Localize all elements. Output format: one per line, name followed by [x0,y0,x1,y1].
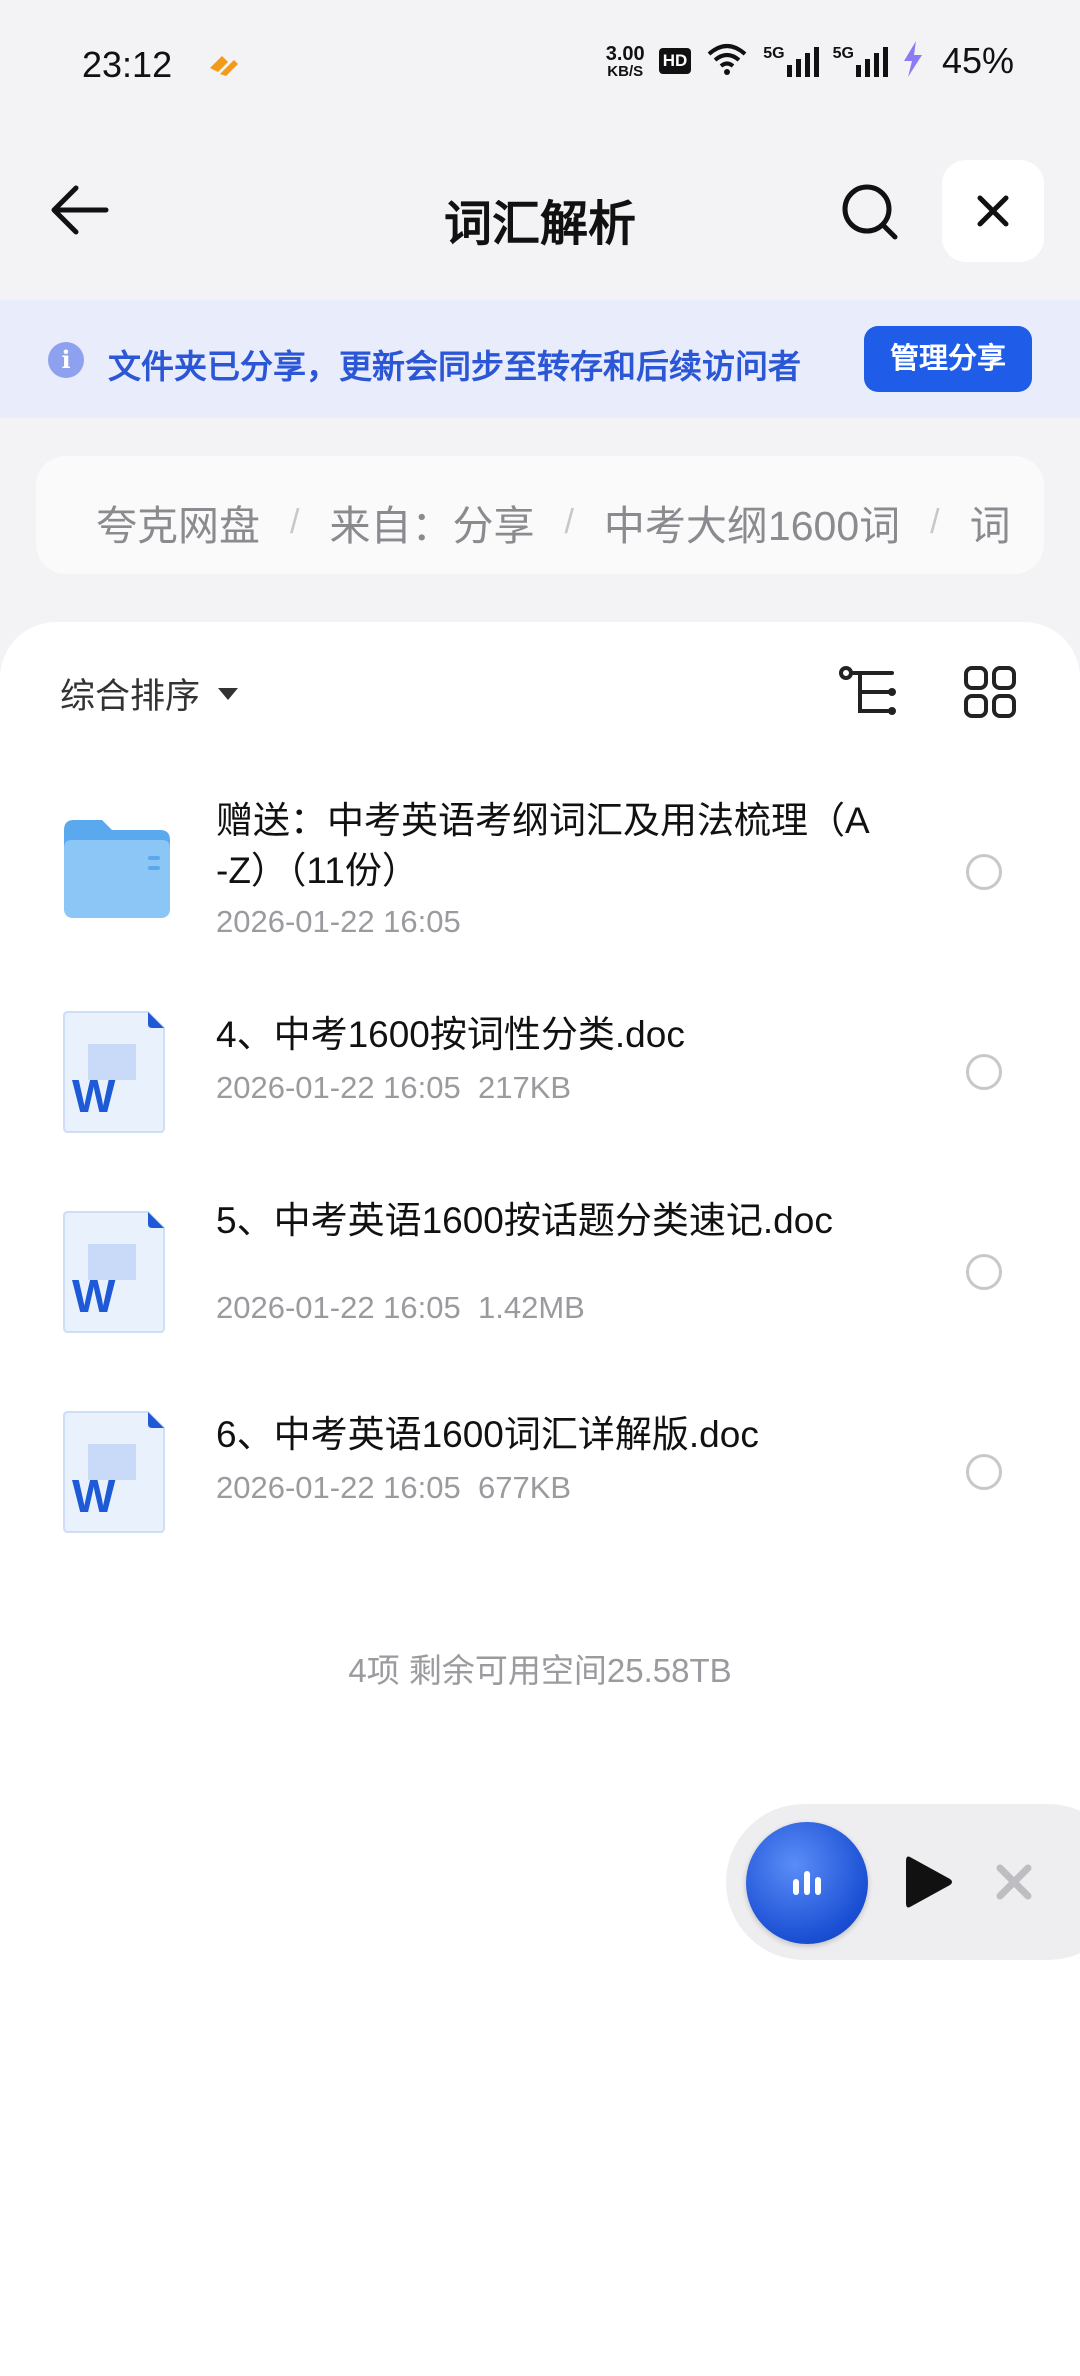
close-icon [977,195,1009,227]
file-meta: 2026-01-22 16:05 677KB [216,1470,572,1505]
breadcrumb-item-current[interactable]: 词 [970,492,1011,552]
player-orb-button[interactable] [746,1822,868,1944]
file-list: 赠送：中考英语考纲词汇及用法梳理（A-Z）（11份） 2026-01-22 16… [0,772,1080,1572]
breadcrumb-item-shared[interactable]: 来自：分享 [329,492,534,552]
info-icon: i [48,342,84,378]
play-icon [906,1856,952,1908]
breadcrumb-row: 夸克网盘 / 来自：分享 / 中考大纲1600词 / 词 [96,492,1011,552]
file-name: 4、中考1600按词性分类.doc [216,1014,685,1055]
select-radio[interactable] [966,1054,1002,1090]
breadcrumb-separator: / [930,502,940,541]
list-item[interactable]: W 5、中考英语1600按话题分类速记.doc 2026-01-22 16:05… [0,1172,1080,1372]
status-bar: 23:12 3.00 KB/S HD 5G 5G 45% [0,0,1080,130]
file-sheet: 综合排序 赠送：中考英语考纲词汇及用法梳理（A-Z）（11份） 2026-01-… [0,622,1080,2376]
tree-view-icon [839,666,896,715]
list-item[interactable]: W 6、中考英语1600词汇详解版.doc 2026-01-22 16:05 6… [0,1372,1080,1572]
signal-icon: 5G [763,45,819,77]
title-bar: 词汇解析 [0,150,1080,270]
breadcrumb-item-root[interactable]: 夸克网盘 [96,492,260,552]
floating-audio-player [726,1804,1080,1960]
svg-text:W: W [72,1270,116,1322]
network-type-label: 5G [763,45,785,62]
svg-text:W: W [72,1470,116,1522]
close-icon [996,1864,1032,1900]
folder-icon [62,816,172,925]
file-name: 赠送：中考英语考纲词汇及用法梳理（A-Z）（11份） [216,800,870,891]
net-speed: 3.00 KB/S [606,44,645,79]
file-meta: 2026-01-22 16:05 217KB [216,1070,572,1105]
play-button[interactable] [898,1850,958,1914]
net-speed-value: 3.00 [605,42,645,65]
wifi-icon [705,42,749,81]
breadcrumb: 夸克网盘 / 来自：分享 / 中考大纲1600词 / 词 [36,456,1044,574]
storage-summary: 4项 剩余可用空间25.58TB [348,1652,732,1689]
sort-dropdown[interactable]: 综合排序 [60,668,239,719]
share-banner: i 文件夹已分享，更新会同步至转存和后续访问者 管理分享 [0,300,1080,418]
share-notice-text: 文件夹已分享，更新会同步至转存和后续访问者 [108,348,801,385]
player-close-button[interactable] [988,1856,1040,1908]
audio-bars-icon [793,1871,821,1895]
word-doc-icon: W [62,1010,166,1139]
status-time: 23:12 [82,44,173,85]
svg-text:W: W [72,1070,116,1122]
app-notification-icon [206,48,242,82]
select-radio[interactable] [966,1254,1002,1290]
select-radio[interactable] [966,1454,1002,1490]
word-doc-icon: W [62,1410,166,1539]
file-name: 6、中考英语1600词汇详解版.doc [216,1414,759,1455]
page-title: 词汇解析 [443,198,636,251]
hd-badge: HD [658,48,692,74]
grid-view-button[interactable] [958,660,1022,724]
status-indicators: 3.00 KB/S HD 5G 5G 45% [606,40,1014,82]
file-meta: 2026-01-22 16:05 1.42MB [216,1290,585,1325]
charging-icon [902,40,924,82]
list-item[interactable]: 赠送：中考英语考纲词汇及用法梳理（A-Z）（11份） 2026-01-22 16… [0,772,1080,972]
close-button[interactable] [942,160,1044,262]
signal-icon: 5G [833,45,888,77]
tree-view-button[interactable] [836,660,900,724]
file-name: 5、中考英语1600按话题分类速记.doc [216,1200,833,1241]
breadcrumb-separator: / [290,502,300,541]
caret-down-icon [218,687,239,700]
list-item[interactable]: W 4、中考1600按词性分类.doc 2026-01-22 16:05 217… [0,972,1080,1172]
breadcrumb-separator: / [564,502,574,541]
select-radio[interactable] [966,854,1002,890]
breadcrumb-item-folder[interactable]: 中考大纲1600词 [604,492,900,552]
sort-label: 综合排序 [60,677,201,716]
network-type-label: 5G [832,45,854,62]
word-doc-icon: W [62,1210,166,1339]
file-meta: 2026-01-22 16:05 [216,904,461,939]
grid-view-icon [964,666,1016,718]
battery-percent: 45% [941,40,1014,81]
manage-share-button[interactable]: 管理分享 [864,326,1032,392]
net-speed-unit: KB/S [607,62,644,80]
search-button[interactable] [832,174,908,250]
search-icon [842,184,898,240]
